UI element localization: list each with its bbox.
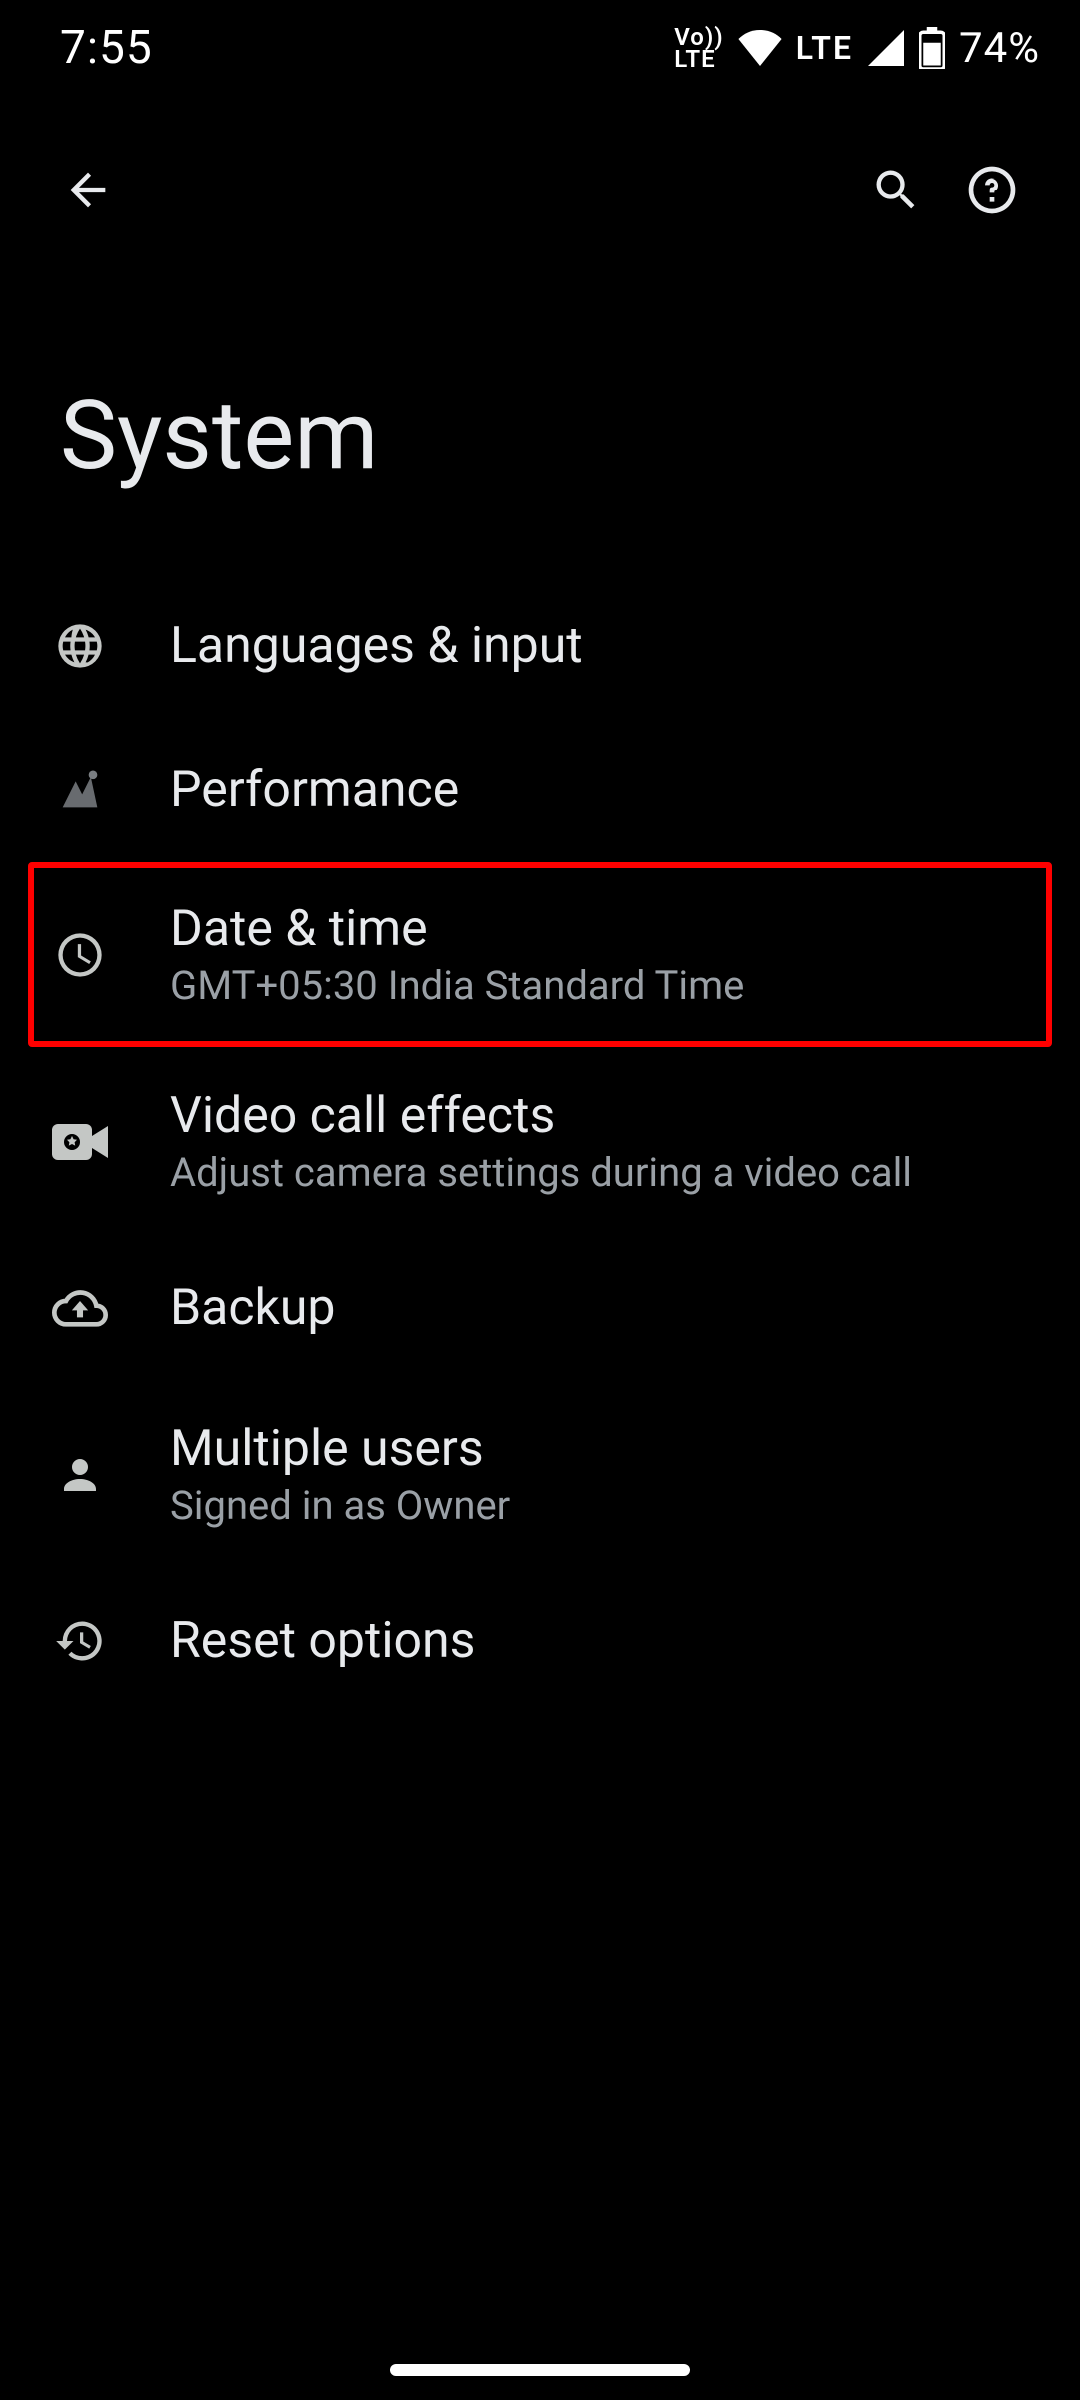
- back-button[interactable]: [40, 142, 136, 238]
- page-title: System: [60, 380, 378, 492]
- signal-icon: [867, 30, 905, 66]
- gesture-nav-bar[interactable]: [390, 2364, 690, 2376]
- row-subtitle: Adjust camera settings during a video ca…: [170, 1149, 1030, 1196]
- globe-icon: [54, 620, 106, 672]
- help-icon: [964, 162, 1020, 218]
- search-button[interactable]: [848, 142, 944, 238]
- row-backup[interactable]: Backup: [0, 1236, 1080, 1380]
- status-right: Vo)) LTE LTE 74%: [674, 24, 1040, 73]
- row-label: Video call effects: [170, 1087, 1030, 1145]
- volte-icon: Vo)) LTE: [674, 26, 723, 70]
- search-icon: [870, 164, 922, 216]
- app-bar: [0, 130, 1080, 250]
- row-label: Reset options: [170, 1612, 1030, 1670]
- network-type-label: LTE: [796, 29, 853, 67]
- row-label: Multiple users: [170, 1420, 1030, 1478]
- help-button[interactable]: [944, 142, 1040, 238]
- person-icon: [56, 1451, 104, 1499]
- history-icon: [54, 1615, 106, 1667]
- row-label: Backup: [170, 1279, 1030, 1337]
- settings-list: Languages & input Performance Date & tim…: [0, 574, 1080, 1713]
- row-reset-options[interactable]: Reset options: [0, 1569, 1080, 1713]
- row-performance[interactable]: Performance: [0, 718, 1080, 862]
- row-subtitle: GMT+05:30 India Standard Time: [170, 962, 1030, 1009]
- row-label: Date & time: [170, 900, 1030, 958]
- status-bar: 7:55 Vo)) LTE LTE 74%: [0, 0, 1080, 96]
- row-subtitle: Signed in as Owner: [170, 1482, 1030, 1529]
- row-video-call-effects[interactable]: Video call effects Adjust camera setting…: [0, 1047, 1080, 1236]
- battery-percent: 74%: [959, 24, 1040, 73]
- cloud-upload-icon: [52, 1286, 108, 1330]
- arrow-back-icon: [62, 164, 114, 216]
- row-multiple-users[interactable]: Multiple users Signed in as Owner: [0, 1380, 1080, 1569]
- row-label: Languages & input: [170, 617, 1030, 675]
- row-date-time[interactable]: Date & time GMT+05:30 India Standard Tim…: [28, 862, 1052, 1047]
- row-label: Performance: [170, 761, 1030, 819]
- battery-icon: [919, 27, 945, 69]
- performance-icon: [54, 764, 106, 816]
- clock-icon: [54, 929, 106, 981]
- video-settings-icon: [52, 1120, 108, 1164]
- wifi-icon: [738, 30, 782, 66]
- row-languages-input[interactable]: Languages & input: [0, 574, 1080, 718]
- status-time: 7:55: [60, 21, 153, 75]
